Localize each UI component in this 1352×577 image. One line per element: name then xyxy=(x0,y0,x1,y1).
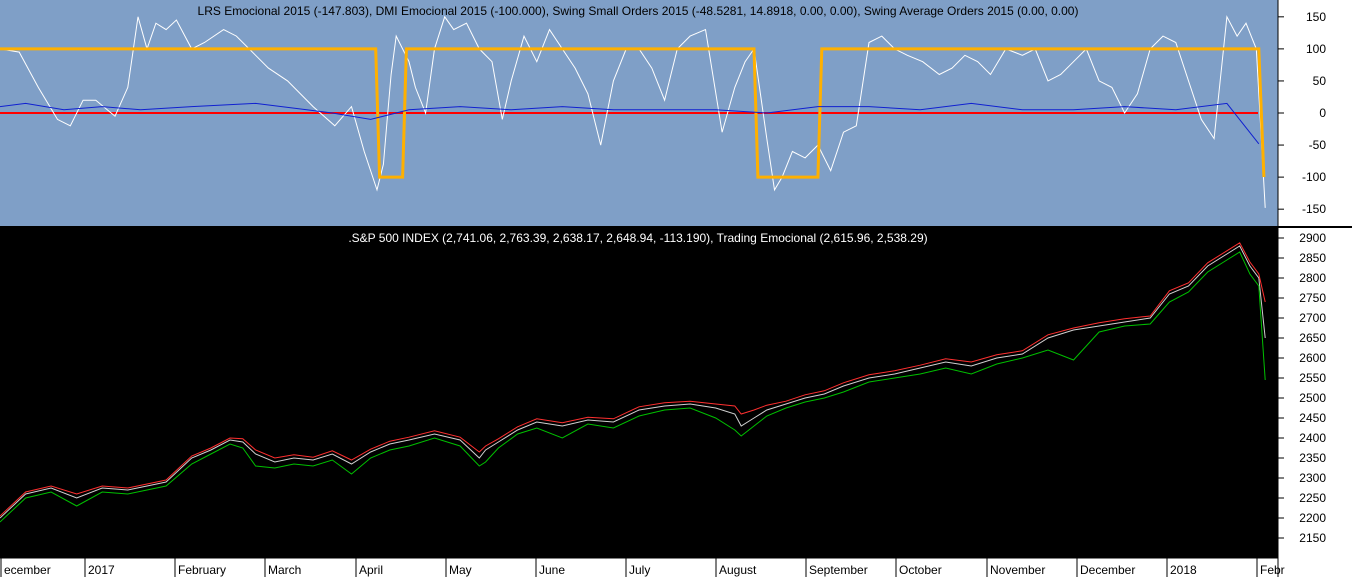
price-panel xyxy=(0,228,1278,558)
chart-canvas: 150 100 50 0 -50 -100 -150 2900 2850 2800 2750 2700… xyxy=(0,0,1352,577)
indicator-axis-area xyxy=(1278,0,1352,226)
price-ytick-label: 2200 xyxy=(1299,511,1326,525)
price-ytick-label: 2500 xyxy=(1299,391,1326,405)
month-label: 2017 xyxy=(88,563,115,577)
month-label: August xyxy=(719,563,757,577)
price-ytick-label: 2250 xyxy=(1299,491,1326,505)
month-label: December xyxy=(1080,563,1135,577)
indicator-ytick-label: 100 xyxy=(1306,42,1326,56)
month-label: October xyxy=(899,563,942,577)
price-ytick-label: 2750 xyxy=(1299,291,1326,305)
price-ytick-label: 2600 xyxy=(1299,351,1326,365)
price-ytick-label: 2400 xyxy=(1299,431,1326,445)
price-ytick-label: 2800 xyxy=(1299,271,1326,285)
price-ytick-label: 2450 xyxy=(1299,411,1326,425)
panel-divider xyxy=(0,226,1352,228)
month-label: ecember xyxy=(4,563,51,577)
month-label: May xyxy=(449,563,472,577)
price-ytick-label: 2150 xyxy=(1299,531,1326,545)
price-ytick-label: 2650 xyxy=(1299,331,1326,345)
month-label: April xyxy=(359,563,383,577)
price-ytick-label: 2850 xyxy=(1299,251,1326,265)
month-label: March xyxy=(268,563,301,577)
indicator-ytick-label: 150 xyxy=(1306,10,1326,24)
indicator-ytick-label: 0 xyxy=(1319,106,1326,120)
price-ytick-label: 2300 xyxy=(1299,471,1326,485)
month-label: July xyxy=(629,563,650,577)
month-label: November xyxy=(990,563,1045,577)
month-label: September xyxy=(809,563,868,577)
price-title: .S&P 500 INDEX (2,741.06, 2,763.39, 2,63… xyxy=(348,231,927,245)
indicator-ytick-label: -100 xyxy=(1302,170,1326,184)
month-label: 2018 xyxy=(1170,563,1197,577)
price-ytick-label: 2700 xyxy=(1299,311,1326,325)
indicator-ytick-label: -50 xyxy=(1309,138,1327,152)
price-ytick-label: 2550 xyxy=(1299,371,1326,385)
month-label: June xyxy=(539,563,565,577)
month-label: February xyxy=(178,563,226,577)
month-label: Febr xyxy=(1260,563,1285,577)
price-ytick-label: 2900 xyxy=(1299,231,1326,245)
indicator-ytick-label: -150 xyxy=(1302,202,1326,216)
price-ytick-label: 2350 xyxy=(1299,451,1326,465)
indicator-ytick-label: 50 xyxy=(1313,74,1327,88)
indicator-title: LRS Emocional 2015 (-147.803), DMI Emoci… xyxy=(198,4,1079,18)
